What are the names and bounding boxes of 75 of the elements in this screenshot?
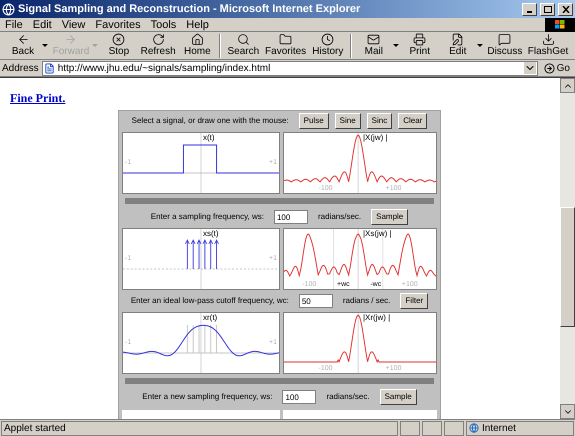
toolbar-button[interactable]: Mail: [354, 33, 393, 58]
prompt-text: Enter a sampling frequency, ws:: [150, 211, 264, 223]
minimize-button[interactable]: [522, 2, 537, 16]
menu-item[interactable]: Favorites: [90, 18, 146, 32]
zone-text: Internet: [482, 422, 516, 436]
printer-icon: [413, 33, 426, 46]
go-button[interactable]: Go: [540, 60, 573, 76]
flag-logo-icon: [555, 20, 565, 29]
address-field[interactable]: http://www.jhu.edu/~signals/sampling/index.html: [42, 60, 538, 76]
toolbar-button[interactable]: Stop: [100, 33, 138, 58]
applet-button[interactable]: Filter: [400, 293, 428, 309]
dropdown-caret-icon[interactable]: [392, 44, 399, 48]
toolbar-button[interactable]: Print: [400, 33, 439, 58]
clock-icon: [321, 33, 334, 46]
plot-label: xs(t): [203, 229, 219, 239]
menu-item[interactable]: File: [0, 18, 28, 32]
unit-text: radians/sec.: [318, 211, 362, 223]
fine-print-link[interactable]: Fine Print.: [10, 91, 66, 105]
applet-button[interactable]: Sine: [334, 113, 361, 129]
toolbar-button[interactable]: Refresh: [138, 33, 178, 58]
browser-icon: [2, 2, 15, 16]
toolbar-button[interactable]: Favorites: [262, 33, 309, 58]
globe-icon: [469, 423, 479, 433]
applet-button[interactable]: Pulse: [298, 113, 329, 129]
applet-button[interactable]: Sample: [380, 389, 417, 405]
prompt-text: Enter an ideal low-pass cutoff frequency, wc:: [130, 295, 289, 307]
menu-item[interactable]: Tools: [146, 18, 182, 32]
maximize-icon: [544, 6, 552, 12]
arrow-right-icon: [64, 33, 78, 46]
frequency-field[interactable]: 100: [282, 390, 316, 404]
mail-icon: [367, 33, 380, 46]
edit-icon: [451, 33, 464, 46]
toolbar-button[interactable]: Discuss: [484, 33, 526, 58]
home-icon: [190, 33, 204, 46]
chat-icon: [498, 33, 512, 46]
applet-button[interactable]: Sinc: [366, 113, 392, 129]
plot-label: |X(jw) |: [362, 133, 388, 143]
toolbar-button[interactable]: Back: [4, 33, 42, 58]
arrow-left-icon: [16, 33, 30, 46]
folder-icon: [279, 33, 292, 46]
toolbar-button[interactable]: History: [308, 33, 347, 58]
prompt-text: Enter a new sampling frequency, ws:: [142, 391, 272, 403]
address-label: Address: [2, 62, 39, 76]
stop-icon: [112, 33, 126, 46]
toolbar-button[interactable]: Edit: [438, 33, 477, 58]
unit-text: radians/sec.: [326, 391, 370, 403]
download-icon: [542, 33, 555, 46]
toolbar-button[interactable]: FlashGet: [525, 33, 572, 58]
refresh-icon: [152, 33, 165, 46]
close-button[interactable]: [558, 2, 573, 16]
search-icon: [236, 33, 250, 46]
scrollbar[interactable]: [560, 78, 575, 419]
frequency-field[interactable]: 100: [274, 210, 308, 224]
page-icon: [44, 62, 55, 74]
window-title: Signal Sampling and Reconstruction - Microsoft Internet Explorer: [18, 2, 362, 17]
menu-item[interactable]: Edit: [28, 18, 57, 32]
toolbar-button[interactable]: Home: [178, 33, 216, 58]
plot-label: |Xr(jw) |: [362, 313, 390, 323]
applet-button[interactable]: Sample: [371, 209, 408, 225]
scroll-thumb[interactable]: [560, 207, 575, 327]
prompt-text: Select a signal, or draw one with the mouse:: [132, 115, 289, 127]
menu-item[interactable]: Help: [181, 18, 214, 32]
applet-button[interactable]: Clear: [398, 113, 428, 129]
close-icon: [562, 6, 570, 12]
frequency-field[interactable]: 50: [298, 294, 333, 308]
unit-text: radians / sec.: [342, 295, 390, 307]
dropdown-caret-icon[interactable]: [42, 44, 48, 48]
menu-item[interactable]: View: [56, 18, 90, 32]
plot-label: |Xs(jw) |: [362, 229, 392, 239]
status-text: Applet started: [1, 420, 398, 436]
plot-label: xr(t): [203, 313, 218, 323]
plot-label: x(t): [203, 133, 215, 143]
maximize-button[interactable]: [540, 2, 555, 16]
dropdown-caret-icon[interactable]: [476, 44, 483, 48]
toolbar-button[interactable]: Search: [224, 33, 262, 58]
